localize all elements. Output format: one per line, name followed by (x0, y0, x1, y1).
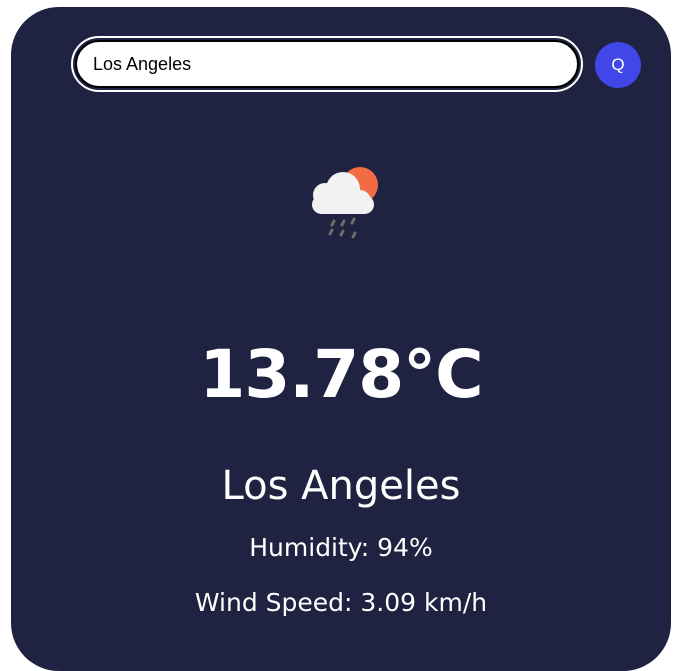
humidity-text: Humidity: 94% (249, 533, 433, 562)
search-button[interactable]: Q (595, 42, 641, 88)
wind-speed-text: Wind Speed: 3.09 km/h (194, 588, 488, 617)
temperature: 13.78°C (199, 336, 483, 413)
search-input[interactable] (75, 40, 579, 88)
search-box (71, 36, 583, 92)
weather-card: Q 13.78°C Los Angeles Humidity: 94% Wind… (11, 7, 671, 671)
cloud-sun-rain-icon (312, 167, 378, 239)
city-name: Los Angeles (221, 463, 461, 509)
